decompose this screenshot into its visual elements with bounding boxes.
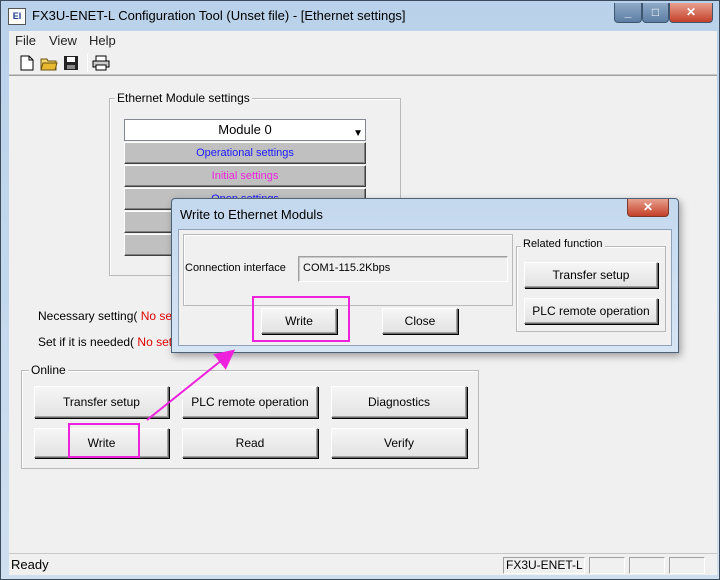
- new-file-icon[interactable]: [17, 53, 37, 73]
- connection-interface-field: COM1-115.2Kbps: [298, 256, 508, 282]
- menu-file[interactable]: File: [15, 33, 36, 48]
- save-icon[interactable]: [61, 53, 81, 73]
- related-function-label: Related function: [521, 238, 605, 250]
- write-dialog-title: Write to Ethernet Moduls: [180, 207, 323, 222]
- dialog-close-icon[interactable]: ✕: [627, 199, 669, 217]
- menu-view[interactable]: View: [49, 33, 77, 48]
- write-highlight-box: [68, 423, 140, 458]
- status-panel-model: FX3U-ENET-L: [503, 557, 585, 574]
- plc-remote-operation-button[interactable]: PLC remote operation: [182, 386, 318, 418]
- status-text: Ready: [11, 557, 49, 572]
- toolbar: [9, 51, 717, 75]
- operational-settings-label: Operational settings: [196, 147, 294, 159]
- chevron-down-icon[interactable]: ▼: [353, 124, 363, 144]
- title-bar[interactable]: EI FX3U-ENET-L Configuration Tool (Unset…: [2, 2, 718, 30]
- write-dialog: Write to Ethernet Moduls ✕ Connection in…: [171, 198, 679, 353]
- menu-help[interactable]: Help: [89, 33, 116, 48]
- close-window-button[interactable]: ✕: [669, 3, 713, 23]
- status-bar: Ready FX3U-ENET-L: [9, 553, 717, 575]
- initial-settings-button[interactable]: Initial settings: [124, 165, 366, 187]
- dialog-write-highlight-box: [252, 296, 350, 342]
- open-folder-icon[interactable]: [39, 53, 59, 73]
- read-button[interactable]: Read: [182, 428, 318, 458]
- necessary-setting-label: Necessary setting(: [38, 309, 138, 323]
- operational-settings-button[interactable]: Operational settings: [124, 142, 366, 164]
- status-panel-3: [629, 557, 665, 574]
- set-if-needed-label: Set if it is needed(: [38, 335, 135, 349]
- print-icon[interactable]: [91, 53, 111, 73]
- dialog-close-button[interactable]: Close: [382, 308, 458, 334]
- transfer-setup-button[interactable]: Transfer setup: [34, 386, 169, 418]
- verify-button[interactable]: Verify: [331, 428, 467, 458]
- dialog-plc-remote-operation-button[interactable]: PLC remote operation: [524, 298, 658, 324]
- module-select-value: Module 0: [218, 122, 272, 137]
- minimize-button[interactable]: _: [614, 3, 642, 23]
- dialog-client-area: Connection interface COM1-115.2Kbps Writ…: [178, 229, 672, 346]
- status-panel-2: [589, 557, 625, 574]
- maximize-button[interactable]: □: [642, 3, 669, 23]
- diagnostics-button[interactable]: Diagnostics: [331, 386, 467, 418]
- menu-bar: File View Help: [9, 31, 717, 51]
- toolbar-separator: [87, 54, 88, 72]
- connection-interface-label: Connection interface: [185, 262, 286, 274]
- set-if-needed: Set if it is needed( No setting: [38, 335, 191, 349]
- online-label: Online: [29, 363, 68, 377]
- app-icon: EI: [8, 8, 26, 25]
- initial-settings-label: Initial settings: [211, 170, 279, 182]
- ethernet-module-settings-label: Ethernet Module settings: [115, 91, 252, 105]
- window-title: FX3U-ENET-L Configuration Tool (Unset fi…: [32, 8, 406, 23]
- status-panel-4: [669, 557, 705, 574]
- dialog-transfer-setup-button[interactable]: Transfer setup: [524, 262, 658, 288]
- module-select[interactable]: Module 0 ▼: [124, 119, 366, 141]
